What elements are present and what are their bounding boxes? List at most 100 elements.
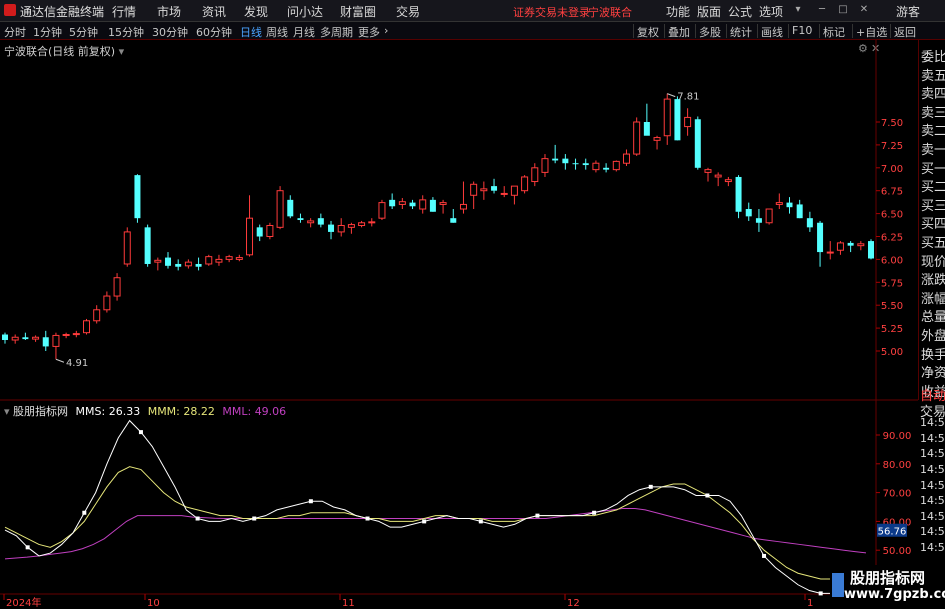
candle-body: [684, 116, 692, 128]
candle-body: [235, 257, 243, 260]
candle-body: [144, 227, 151, 264]
watermark-logo-icon: [832, 573, 844, 597]
quote-item-0: 委比: [921, 50, 945, 65]
candle-body: [246, 217, 254, 256]
trade-item-9: 14:56: [920, 525, 945, 539]
price-tick-label: 5.25: [881, 324, 903, 335]
price-tick-label: 7.00: [881, 164, 903, 175]
candle-body: [72, 333, 80, 336]
candle-body: [103, 295, 111, 311]
price-tick-label: 5.50: [881, 301, 903, 312]
mms-line: [4, 419, 867, 594]
price-tick-label: 6.75: [881, 187, 903, 198]
candle-body: [480, 188, 488, 192]
price-tick-label: 7.25: [881, 141, 903, 152]
candle-body: [857, 243, 865, 247]
candle-body: [52, 334, 60, 347]
quote-item-8: 买三: [921, 198, 945, 214]
mms-line-dot: [705, 493, 710, 498]
candle-body: [755, 218, 762, 223]
quote-item-1: 卖五: [921, 68, 945, 84]
trade-item-10: 14:56: [920, 541, 945, 554]
watermark: 股朋指标网 www.7gpzb.com: [830, 565, 945, 607]
candle-body: [195, 263, 202, 267]
candle-body: [836, 242, 844, 251]
quote-item-9: 买四: [921, 217, 945, 233]
candle-body: [806, 218, 813, 228]
candle-body: [134, 175, 141, 219]
candle-body: [714, 174, 722, 178]
candle-body: [603, 167, 610, 170]
candle-body: [724, 179, 732, 183]
candle-body: [328, 224, 335, 232]
quote-item-17: 净资: [921, 366, 945, 382]
candle-body: [633, 121, 641, 155]
mms-line-dot: [648, 484, 653, 489]
mms-line-dot: [365, 516, 370, 521]
candle-body: [531, 167, 539, 183]
quote-item-14: 总量: [921, 310, 945, 326]
candle-body: [165, 257, 172, 266]
high-marker: [667, 93, 676, 98]
candle-body: [22, 337, 29, 340]
candle-body: [113, 277, 121, 297]
candle-body: [592, 162, 600, 171]
candle-body: [154, 259, 162, 263]
candle-body: [317, 218, 324, 225]
candle-body: [735, 176, 742, 212]
candle-body: [419, 199, 427, 210]
candle-body: [266, 225, 274, 237]
quote-item-3: 卖三: [921, 105, 945, 121]
low-marker: [55, 358, 65, 363]
candle-body: [429, 199, 436, 212]
price-tick-label: 6.25: [881, 233, 903, 244]
current-value-label: 56.76: [878, 527, 907, 538]
candle-body: [368, 221, 376, 224]
candle-body: [378, 202, 386, 219]
mms-line-dot: [535, 513, 540, 518]
quote-item-13: 涨幅: [921, 291, 945, 307]
trade-item-5: 14:55: [920, 463, 945, 476]
x-tick-label: 11: [342, 598, 355, 609]
candle-body: [552, 158, 559, 161]
trade-item-7: 14:56: [920, 494, 945, 508]
quote-item-7: 买二: [921, 180, 945, 196]
mms-line-dot: [252, 516, 257, 521]
candle-body: [775, 202, 783, 205]
candle-body: [205, 256, 213, 265]
price-tick-label: 5.75: [881, 278, 903, 289]
candle-body: [358, 222, 366, 227]
candle-body: [694, 119, 701, 168]
mms-line-dot: [195, 516, 200, 521]
x-tick-label: 10: [147, 598, 160, 609]
candle-body: [297, 218, 304, 221]
ind-tick-label: 80.00: [883, 460, 912, 471]
candle-body: [562, 158, 569, 164]
mmm-line: [4, 466, 867, 589]
candle-body: [215, 258, 223, 263]
candle-body: [307, 220, 315, 224]
candle-body: [389, 199, 396, 207]
mms-line-dot: [762, 553, 767, 558]
candle-body: [398, 201, 406, 205]
chart-canvas[interactable]: 7.50 7.25 7.00 6.75 6.50 6.25 6.00 5.75 5.50 5.25…: [0, 0, 945, 609]
mms-line-dot: [138, 430, 143, 435]
trade-item-3: 14:55: [920, 431, 945, 445]
candle-body: [2, 334, 8, 341]
quote-item-6: 买一: [921, 161, 945, 177]
price-tick-label: 7.50: [881, 118, 903, 129]
price-tick-label: 5.00: [881, 347, 903, 358]
mms-line-dot: [422, 519, 427, 524]
candle-body: [521, 176, 529, 192]
price-tick-label: 6.50: [881, 210, 903, 221]
candle-body: [510, 185, 518, 196]
candle-body: [796, 204, 803, 219]
quote-item-15: 外盘: [921, 329, 945, 344]
candle-body: [287, 199, 294, 217]
candle-body: [663, 98, 671, 137]
trade-item-6: 14:56: [920, 478, 945, 492]
mms-line-dot: [25, 545, 30, 550]
x-tick-label: 2024年: [6, 596, 41, 609]
candle-body: [500, 192, 508, 195]
x-tick-label: 12: [567, 598, 580, 609]
